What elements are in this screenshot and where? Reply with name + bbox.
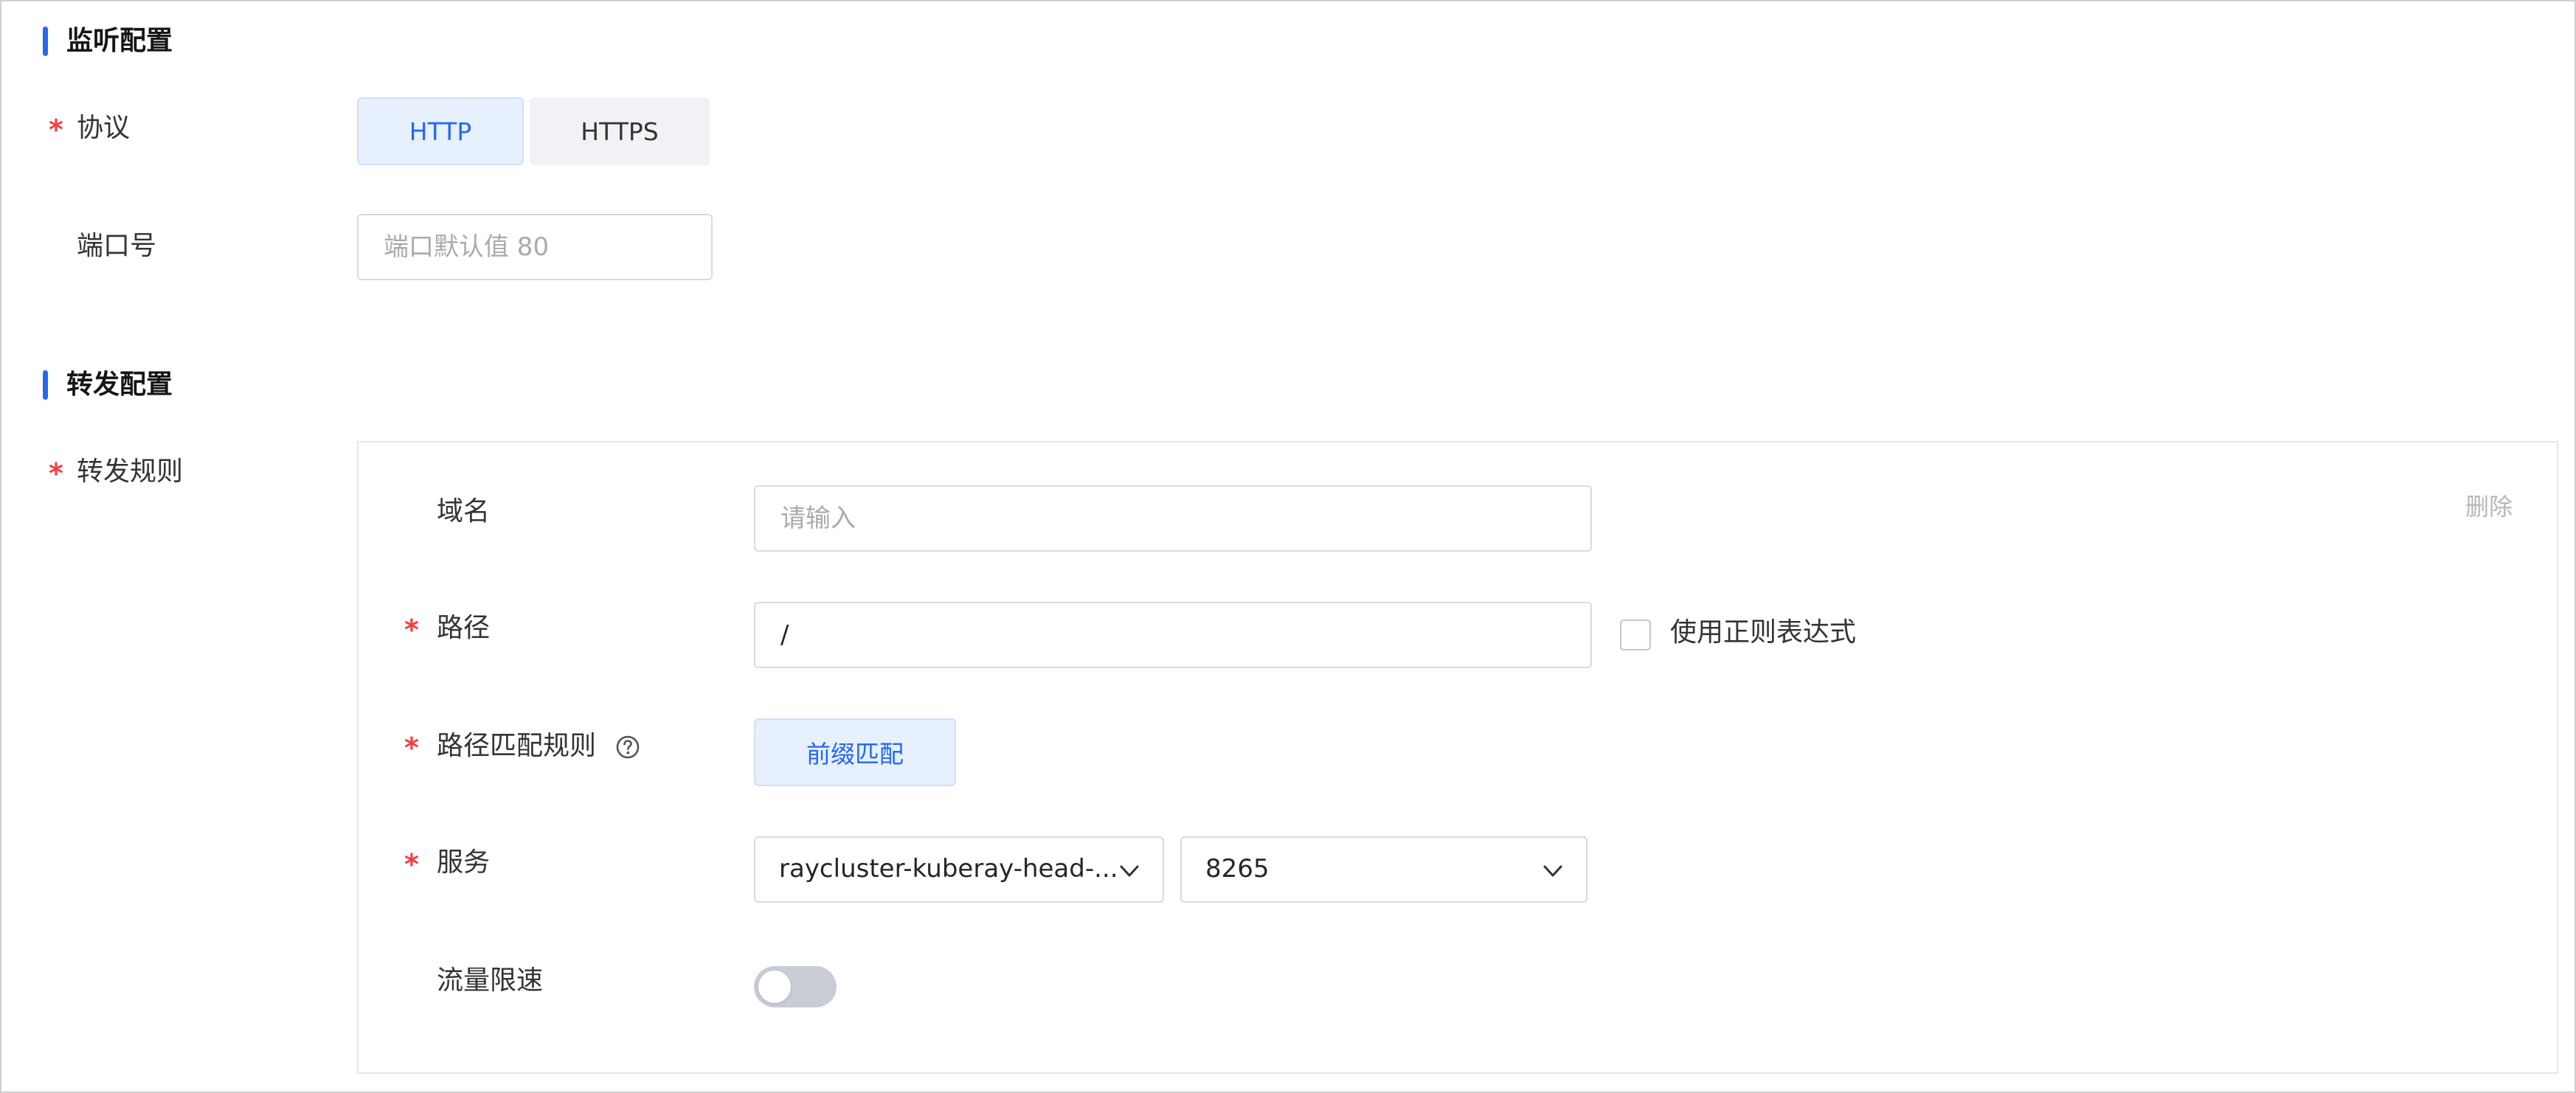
required-mark: * (404, 848, 419, 881)
regex-checkbox[interactable] (1620, 620, 1651, 650)
toggle-knob (758, 971, 791, 1003)
required-mark: * (404, 614, 419, 646)
path-label: 路径 (437, 613, 491, 643)
delete-rule-link[interactable]: 删除 (2465, 488, 2513, 522)
section-accent-bar (43, 27, 48, 56)
chevron-down-icon (1120, 865, 1139, 877)
rate-limit-label: 流量限速 (437, 965, 544, 996)
path-input[interactable] (754, 602, 1592, 668)
service-label: 服务 (437, 847, 491, 878)
service-port-value: 8265 (1205, 854, 1270, 884)
section-accent-bar (43, 370, 48, 400)
match-rule-label: 路径匹配规则 (437, 731, 597, 761)
required-mark: * (49, 114, 63, 146)
protocol-https-button[interactable]: HTTPS (530, 97, 710, 165)
prefix-match-button[interactable]: 前缀匹配 (754, 718, 956, 786)
forward-rule-panel: 删除 域名 * 路径 使用正则表达式 * 路径匹配规则 前缀匹配 * 服务 ra… (357, 441, 2558, 1074)
forward-rule-label: 转发规则 (77, 457, 184, 487)
rate-limit-toggle[interactable] (754, 966, 837, 1007)
question-circle-icon[interactable] (615, 735, 640, 760)
section-title-forward: 转发配置 (66, 369, 173, 400)
protocol-http-button[interactable]: HTTP (357, 97, 524, 165)
service-port-select[interactable]: 8265 (1180, 836, 1588, 903)
port-label: 端口号 (77, 231, 157, 261)
service-name-value: raycluster-kuberay-head-... (779, 854, 1118, 884)
service-name-select[interactable]: raycluster-kuberay-head-... (754, 836, 1164, 903)
regex-checkbox-label: 使用正则表达式 (1670, 617, 1857, 648)
required-mark: * (49, 457, 63, 490)
required-mark: * (404, 732, 419, 764)
section-title-listen: 监听配置 (66, 26, 173, 56)
port-input[interactable] (357, 214, 713, 280)
domain-input[interactable] (754, 485, 1592, 552)
domain-label: 域名 (437, 496, 491, 527)
chevron-down-icon (1543, 865, 1562, 877)
form-container: 监听配置 * 协议 HTTP HTTPS 端口号 转发配置 * 转发规则 删除 … (0, 0, 2576, 1093)
protocol-label: 协议 (77, 113, 131, 143)
